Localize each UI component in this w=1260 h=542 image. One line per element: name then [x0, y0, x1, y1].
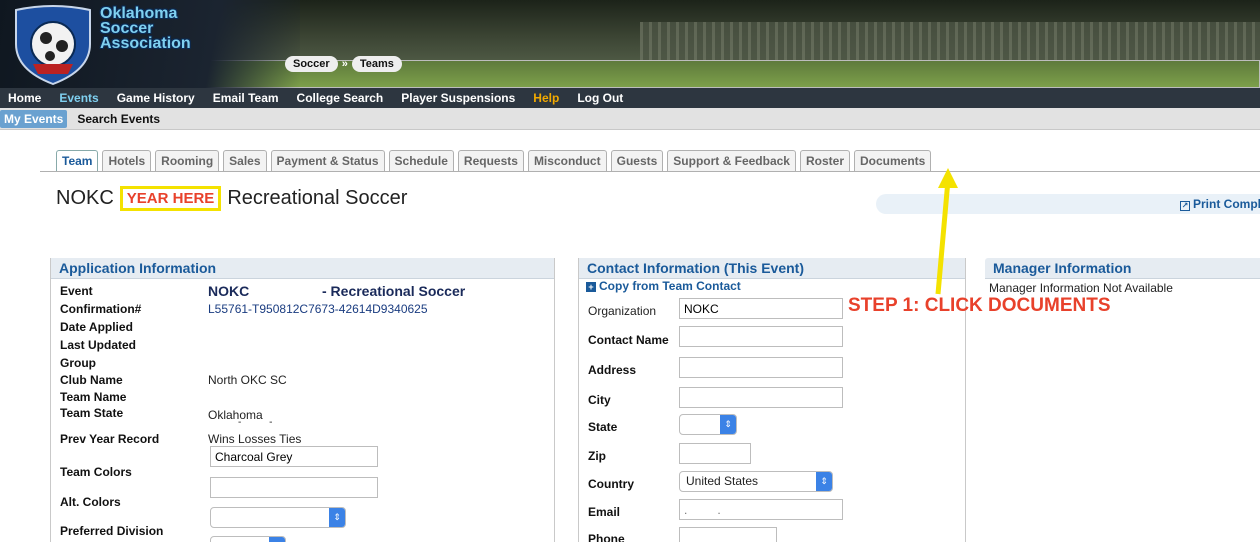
date-applied-label: Date Applied [60, 320, 133, 334]
tab-hotels[interactable]: Hotels [102, 150, 152, 172]
prev-record-label: Prev Year Record [60, 432, 160, 446]
tab-support-feedback[interactable]: Support & Feedback [667, 150, 796, 172]
address-label: Address [588, 363, 637, 377]
tab-schedule[interactable]: Schedule [388, 150, 454, 172]
nav-help[interactable]: Help [533, 91, 559, 105]
nav-events[interactable]: Events [59, 91, 98, 105]
select-arrow-icon: ⇕ [816, 472, 832, 491]
city-label: City [588, 393, 611, 407]
contact-name-field[interactable] [679, 326, 843, 347]
zip-input[interactable] [679, 443, 751, 464]
preferred-division-select[interactable]: ⇕ [210, 507, 346, 528]
select-arrow-icon: ⇕ [720, 415, 736, 434]
print-link-label: Print Comple [1193, 197, 1260, 211]
page-title: NOKC YEAR HERE Recreational Soccer [56, 186, 407, 211]
phone-label: Phone [588, 532, 625, 542]
manager-panel: Manager Information Manager Information … [985, 258, 1260, 295]
confirmation-label: Confirmation# [60, 302, 142, 316]
nav-email-team[interactable]: Email Team [213, 91, 279, 105]
event-label: Event [60, 284, 93, 298]
event-tabs: Team Hotels Rooming Sales Payment & Stat… [56, 150, 935, 172]
event-suffix: - Recreational Soccer [322, 283, 466, 299]
team-name-label: Team Name [60, 390, 127, 404]
subnav-my-events[interactable]: My Events [0, 109, 68, 128]
event-value: NOKC [208, 283, 250, 299]
plus-icon: + [586, 282, 596, 292]
breadcrumb: Soccer » Teams [285, 56, 402, 72]
contact-heading: Contact Information (This Event) [579, 258, 965, 279]
tab-guests[interactable]: Guests [610, 150, 664, 172]
nav-college-search[interactable]: College Search [297, 91, 384, 105]
nav-game-history[interactable]: Game History [117, 91, 195, 105]
state-label: State [588, 420, 618, 434]
club-name-value: North OKC SC [208, 373, 287, 387]
city-input[interactable] [679, 387, 843, 408]
organization-input[interactable] [679, 298, 843, 319]
select-arrow-icon: ⇕ [329, 508, 345, 527]
annotation-text: STEP 1: CLICK DOCUMENTS [848, 295, 1111, 316]
header-banner: Oklahoma Soccer Association Soccer » Tea… [0, 0, 1260, 88]
country-value: United States [686, 474, 759, 488]
nav-logout[interactable]: Log Out [577, 91, 623, 105]
state-select[interactable]: ⇕ [679, 414, 737, 435]
tab-requests[interactable]: Requests [457, 150, 524, 172]
select-arrow-icon [269, 537, 285, 542]
breadcrumb-soccer[interactable]: Soccer [285, 56, 338, 72]
brand-name: Oklahoma Soccer Association [100, 5, 191, 52]
manager-heading: Manager Information [985, 258, 1260, 279]
tab-misconduct[interactable]: Misconduct [527, 150, 607, 172]
confirmation-value: L55761-T950812C7673-42614D9340625 [208, 302, 428, 316]
main-nav: Home Events Game History Email Team Coll… [0, 88, 1260, 108]
breadcrumb-separator: » [341, 58, 348, 70]
email-input[interactable] [679, 499, 843, 520]
group-label: Group [60, 356, 96, 370]
external-link-icon: ↗ [1180, 201, 1190, 211]
contact-name-label: Contact Name [588, 333, 669, 347]
country-select[interactable]: United States ⇕ [679, 471, 833, 492]
brand-line-1: Oklahoma [100, 5, 178, 22]
title-suffix: Recreational Soccer [227, 187, 408, 209]
partial-select[interactable] [210, 536, 286, 542]
email-label: Email [588, 505, 621, 519]
brand-line-3: Association [100, 35, 191, 52]
alt-colors-label: Alt. Colors [60, 495, 121, 509]
copy-link-label: Copy from Team Contact [599, 279, 741, 293]
prev-record-value: Wins Losses Ties [208, 432, 302, 446]
team-state-label: Team State [60, 406, 124, 420]
tab-roster[interactable]: Roster [799, 150, 850, 172]
nav-home[interactable]: Home [8, 91, 41, 105]
banner-stadium [640, 22, 1260, 64]
club-name-label: Club Name [60, 373, 123, 387]
association-logo[interactable] [8, 4, 98, 86]
zip-label: Zip [588, 449, 606, 463]
brand-line-2: Soccer [100, 20, 154, 37]
application-heading: Application Information [51, 258, 554, 279]
last-updated-label: Last Updated [60, 338, 137, 352]
print-link[interactable]: ↗Print Comple [1180, 197, 1260, 211]
nav-player-suspensions[interactable]: Player Suspensions [401, 91, 515, 105]
alt-colors-input[interactable] [210, 477, 378, 498]
phone-input[interactable] [679, 527, 777, 542]
breadcrumb-teams[interactable]: Teams [351, 56, 402, 72]
subnav-search-events[interactable]: Search Events [77, 112, 160, 126]
sub-nav: My Events Search Events [0, 108, 1260, 130]
organization-label: Organization [588, 304, 657, 318]
tab-team[interactable]: Team [56, 150, 99, 172]
year-highlight: YEAR HERE [119, 186, 222, 211]
tabs-divider [40, 171, 1260, 172]
tab-rooming[interactable]: Rooming [155, 150, 220, 172]
preferred-division-label: Preferred Division [60, 524, 164, 538]
annotation-arrow [935, 168, 958, 295]
copy-team-contact-link[interactable]: + Copy from Team Contact [586, 279, 741, 293]
title-prefix: NOKC [56, 187, 114, 209]
address-input[interactable] [679, 357, 843, 378]
country-label: Country [588, 477, 634, 491]
team-colors-input[interactable] [210, 446, 378, 467]
tab-sales[interactable]: Sales [223, 150, 267, 172]
team-colors-label: Team Colors [60, 465, 132, 479]
tab-payment-status[interactable]: Payment & Status [270, 150, 385, 172]
prev-record-dashes: - - [238, 417, 273, 428]
